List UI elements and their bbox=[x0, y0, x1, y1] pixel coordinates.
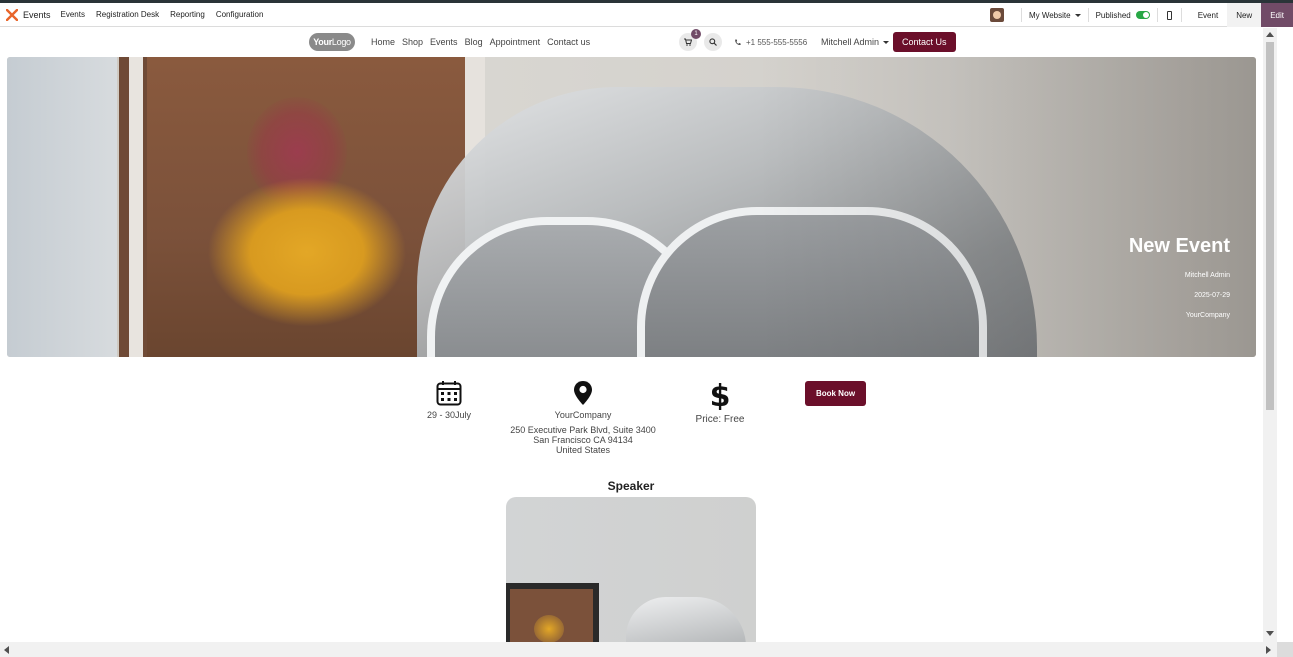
book-now-button[interactable]: Book Now bbox=[805, 381, 866, 406]
nav-blog[interactable]: Blog bbox=[465, 37, 483, 47]
event-company: YourCompany bbox=[1185, 312, 1230, 319]
phone-link[interactable]: +1 555-555-5556 bbox=[734, 28, 807, 56]
event-dates-block: 29 - 30July bbox=[418, 380, 480, 420]
phone-icon bbox=[735, 38, 741, 45]
menu-reporting[interactable]: Reporting bbox=[170, 10, 205, 19]
map-marker-icon bbox=[574, 381, 592, 405]
menu-configuration[interactable]: Configuration bbox=[216, 10, 264, 19]
divider bbox=[1156, 8, 1158, 22]
search-button[interactable] bbox=[704, 33, 722, 51]
nav-appointment[interactable]: Appointment bbox=[490, 37, 541, 47]
published-toggle[interactable] bbox=[1135, 11, 1150, 19]
address-line-3: United States bbox=[555, 445, 611, 455]
my-website-dropdown[interactable]: My Website bbox=[1029, 11, 1081, 20]
published-label: Published bbox=[1095, 10, 1131, 20]
admin-right-tools: My Website Published Event New Edit bbox=[989, 3, 1293, 27]
nav-events[interactable]: Events bbox=[430, 37, 458, 47]
event-button[interactable]: Event bbox=[1189, 3, 1227, 27]
user-name: Mitchell Admin bbox=[821, 37, 880, 47]
speaker-heading: Speaker bbox=[607, 479, 655, 493]
edit-button[interactable]: Edit bbox=[1261, 3, 1293, 27]
my-website-label: My Website bbox=[1028, 10, 1071, 20]
new-button[interactable]: New bbox=[1227, 3, 1262, 27]
published-toggle-group: Published bbox=[1096, 11, 1150, 20]
user-avatar[interactable] bbox=[989, 8, 1004, 22]
speaker-image bbox=[506, 497, 756, 643]
logo-text-bold: Your bbox=[313, 37, 332, 47]
divider bbox=[1087, 8, 1089, 22]
app-logo-icon bbox=[6, 8, 18, 21]
website-header: Your Logo Home Shop Events Blog Appointme… bbox=[0, 28, 1263, 56]
address-line-1: 250 Executive Park Blvd, Suite 3400 bbox=[510, 425, 656, 435]
nav-contact-us[interactable]: Contact us bbox=[547, 37, 590, 47]
menu-registration-desk[interactable]: Registration Desk bbox=[96, 10, 159, 19]
chevron-down-icon bbox=[883, 40, 890, 44]
scrollbar-corner bbox=[1277, 642, 1293, 657]
app-brand[interactable]: Events bbox=[0, 8, 51, 21]
site-logo[interactable]: Your Logo bbox=[309, 33, 355, 51]
contact-us-button[interactable]: Contact Us bbox=[893, 32, 956, 52]
app-name: Events bbox=[23, 9, 51, 20]
venue-name: YourCompany bbox=[554, 410, 612, 420]
svg-text:$: $ bbox=[710, 380, 731, 410]
vertical-scrollbar[interactable] bbox=[1263, 28, 1277, 642]
search-icon bbox=[709, 38, 717, 46]
address-line-2: San Francisco CA 94134 bbox=[533, 435, 633, 445]
event-dates: 29 - 30July bbox=[426, 410, 472, 420]
menu-events[interactable]: Events bbox=[61, 10, 85, 19]
logo-text: Logo bbox=[331, 37, 351, 47]
event-price: Price: Free bbox=[695, 414, 745, 425]
event-title: New Event bbox=[1128, 235, 1230, 257]
event-date: 2025-07-29 bbox=[1194, 292, 1230, 299]
cart-button[interactable]: 1 bbox=[679, 29, 701, 51]
nav-shop[interactable]: Shop bbox=[402, 37, 423, 47]
divider bbox=[1020, 8, 1022, 22]
phone-number: +1 555-555-5556 bbox=[746, 37, 808, 47]
event-cover-image: New Event Mitchell Admin 2025-07-29 Your… bbox=[7, 57, 1256, 357]
divider bbox=[1180, 8, 1182, 22]
user-menu[interactable]: Mitchell Admin bbox=[821, 28, 890, 56]
chevron-down-icon bbox=[1074, 13, 1081, 17]
event-location-block: YourCompany 250 Executive Park Blvd, Sui… bbox=[498, 380, 668, 455]
horizontal-scrollbar[interactable] bbox=[0, 642, 1277, 657]
cart-count-badge: 1 bbox=[691, 29, 701, 39]
mobile-preview-icon[interactable] bbox=[1166, 10, 1172, 20]
calendar-icon bbox=[436, 381, 462, 406]
nav-home[interactable]: Home bbox=[371, 37, 395, 47]
scroll-left-icon[interactable] bbox=[4, 646, 9, 654]
event-price-block: $ Price: Free bbox=[686, 380, 754, 425]
main-nav: Home Shop Events Blog Appointment Contac… bbox=[371, 28, 597, 56]
cart-icon bbox=[684, 38, 692, 46]
scroll-right-icon[interactable] bbox=[1266, 646, 1271, 654]
event-organizer: Mitchell Admin bbox=[1184, 272, 1230, 279]
scroll-up-icon[interactable] bbox=[1266, 32, 1274, 37]
admin-navbar: Events Events Registration Desk Reportin… bbox=[0, 3, 1293, 27]
scroll-down-icon[interactable] bbox=[1266, 631, 1274, 636]
vertical-scroll-thumb[interactable] bbox=[1266, 42, 1274, 410]
dollar-icon: $ bbox=[710, 380, 731, 410]
